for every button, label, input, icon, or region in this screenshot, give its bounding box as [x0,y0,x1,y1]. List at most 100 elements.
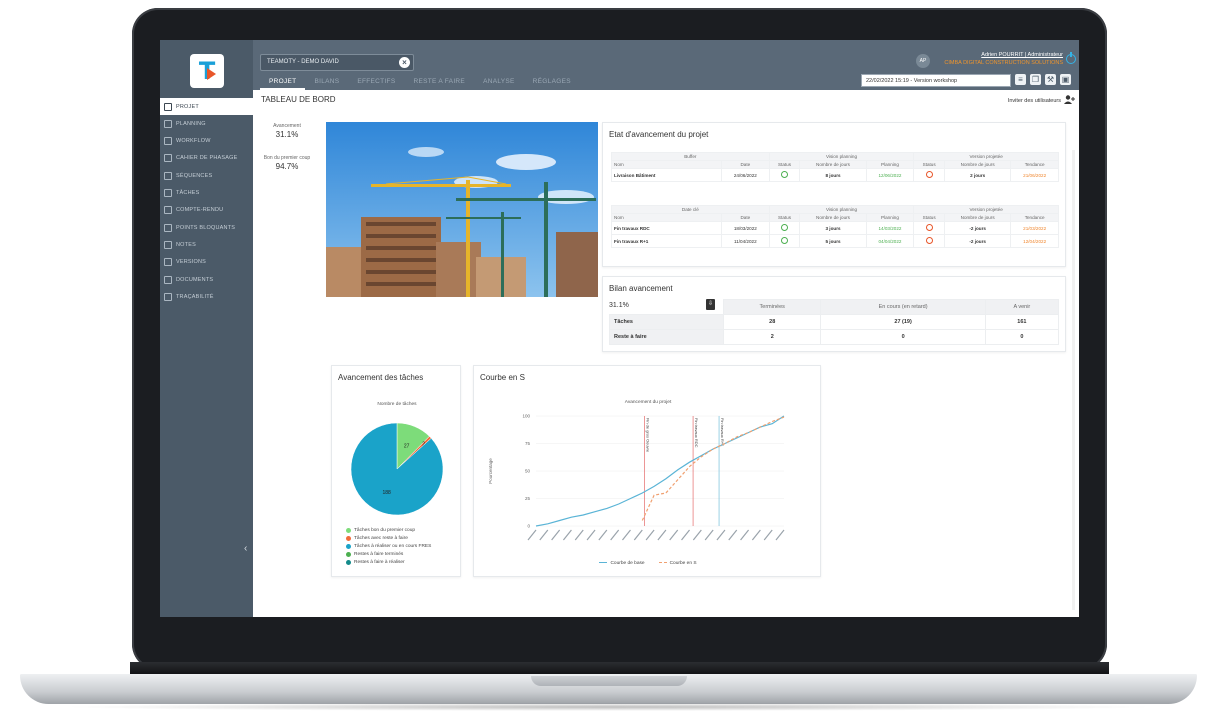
courbe-en-s-line [641,416,785,521]
legend-s[interactable]: Courbe en S [658,561,697,566]
app-logo[interactable]: T [190,54,224,88]
tab-projet[interactable]: PROJET [260,75,306,90]
database-icon[interactable]: ≡ [1015,74,1026,85]
cell-nom: Fin travaux R+1 [611,234,722,248]
table-row[interactable]: Fin travaux RDC 18/03/2022 3 jours 14/03… [611,221,1059,235]
courbe-en-s-card: Courbe en S Avancement du projet Pourcen… [473,365,821,577]
sidebar-item-tra-abilit-[interactable]: TRAÇABILITÉ [160,288,253,305]
legend-label: Tâches avec reste à faire [354,535,408,541]
legend-item[interactable]: Restes à faire terminés [346,550,431,558]
tab-r-glages[interactable]: RÉGLAGES [524,75,580,90]
report-icon [164,206,172,215]
legend-item[interactable]: Restes à faire à réaliser [346,558,431,566]
invite-users-link[interactable]: Inviter des utilisateurs [1008,98,1061,104]
kpi-first-time-value: 94.7% [275,162,299,171]
sidebar-item-label: TÂCHES [176,190,200,196]
power-icon[interactable] [1066,52,1076,64]
sidebar-item-projet[interactable]: PROJET [160,98,253,115]
col-status-2: Status [913,160,945,169]
legend-item[interactable]: Tâches à réaliser ou en cours FRES [346,542,431,550]
col-tendance: Tendance [1010,213,1059,222]
vertical-scrollbar[interactable] [1072,150,1075,610]
kpi-first-time-label: Bon du premier coup [263,155,311,161]
user-name-role[interactable]: Adrien POURRIT | Administrateur [981,52,1063,58]
sidebar-item-versions[interactable]: VERSIONS [160,254,253,271]
legend-base[interactable]: Courbe de base [599,561,645,566]
tab-bilans[interactable]: BILANS [305,75,348,90]
group-vision-planning: Vision planning [768,205,915,214]
cell-nom: Fin travaux RDC [611,221,722,235]
project-tab[interactable]: TEAMOTY - DEMO DAVID × [260,54,414,71]
x-tick-mark [775,529,785,541]
x-tick-mark [740,529,750,541]
pie-slice-label: 27 [404,444,410,450]
cell-value: 161 [984,314,1060,330]
cell-status [768,168,801,182]
toolbar-icons: ≡ ❐ ⚒ ▣ [1015,74,1071,85]
sidebar-item-label: NOTES [176,241,196,248]
main-nav: PROJET BILANS EFFECTIFS RESTE A FAIRE ANALYS… [260,75,580,90]
sidebar-item-planning[interactable]: PLANNING [160,115,253,132]
sidebar-item-notes[interactable]: NOTES [160,236,253,253]
etat-avancement-title: Etat d'avancement du projet [609,130,709,139]
col-nb-jours-2: Nombre de jours [943,160,1012,169]
tab-effectifs[interactable]: EFFECTIFS [348,75,404,90]
cell-nb-jours: 5 jours [799,234,867,248]
sidebar-item-label: TRAÇABILITÉ [176,293,214,300]
sidebar-item-t-ches[interactable]: TÂCHES [160,185,253,202]
pie-slice-label: 188 [383,490,392,496]
x-tick-mark [574,529,584,541]
pie-chart: 27 2188 [350,422,444,516]
cell-tendance: 21/03/2022 [1010,221,1059,235]
date-cle-table: Date clé Vision planning Version projeté… [611,205,1059,248]
tasks-icon [164,189,172,197]
col-date: Date [721,160,770,169]
bilan-title: Bilan avancement [609,284,673,293]
sidebar-item-workflow[interactable]: WORKFLOW [160,133,253,150]
pie-chart-title: Nombre de tâches [377,402,417,407]
collapse-sidebar-icon[interactable]: ‹ [244,543,247,554]
x-tick-mark [716,529,726,541]
s-curve-chart: Pourcentage 0 25 50 75 100 Fin de gros Oeuvre F… [488,414,785,541]
row-taches-label: Tâches [609,314,724,330]
smile-icon [781,171,788,178]
legend-item[interactable]: Tâches bon du premier coup [346,526,431,534]
col-planning: Planning [865,213,915,222]
sidebar-item-compte-rendu[interactable]: COMPTE-RENDU [160,202,253,219]
sidebar-item-points-bloquants[interactable]: POINTS BLOQUANTS [160,219,253,236]
sidebar-item-label: DOCUMENTS [176,276,214,283]
table-row[interactable]: Fin travaux R+1 11/04/2022 5 jours 04/04… [611,234,1059,248]
cell-value: 0 [820,329,986,345]
x-tick-mark [622,529,631,541]
y-tick-label: 100 [522,414,530,419]
x-tick-mark [551,529,561,541]
wrench-icon[interactable]: ⚒ [1045,74,1056,85]
sidebar-item-s-quences[interactable]: SÉQUENCES [160,167,253,184]
avatar[interactable]: AP [916,54,930,68]
copy-icon[interactable]: ❐ [1030,74,1041,85]
briefcase-icon[interactable]: ▣ [1060,74,1071,85]
tab-reste-a-faire[interactable]: RESTE A FAIRE [404,75,474,90]
sidebar-item-cahier-de-phasage[interactable]: CAHIER DE PHASAGE [160,150,253,167]
curve-legend: Courbe de base Courbe en S [474,561,822,566]
col-planning: Planning [865,160,915,169]
phasing-icon [164,154,172,163]
cell-date: 24/06/2022 [721,168,770,182]
y-tick-label: 0 [527,524,530,529]
x-tick-mark [598,529,608,541]
x-tick-mark [681,529,690,541]
tab-analyse[interactable]: ANALYSE [474,75,524,90]
close-icon[interactable]: × [399,57,410,68]
table-row[interactable]: Livraison Bâtiment 24/06/2022 8 jours 12… [611,168,1059,182]
x-tick-mark [751,529,761,541]
sidebar-item-label: PROJET [176,103,199,110]
legend-item[interactable]: Tâches avec reste à faire [346,534,431,542]
add-user-icon[interactable] [1063,95,1075,104]
dashboard-content: TABLEAU DE BORD Inviter des utilisateurs… [253,90,1079,617]
logo-arrow-icon [207,68,216,80]
col-status-2: Status [913,213,945,222]
sidebar-item-documents[interactable]: DOCUMENTS [160,271,253,288]
legend-dot [346,559,351,565]
pie-card-title: Avancement des tâches [338,373,424,382]
version-select[interactable]: 22/02/2022 15:19 - Version workshop [861,74,1011,87]
